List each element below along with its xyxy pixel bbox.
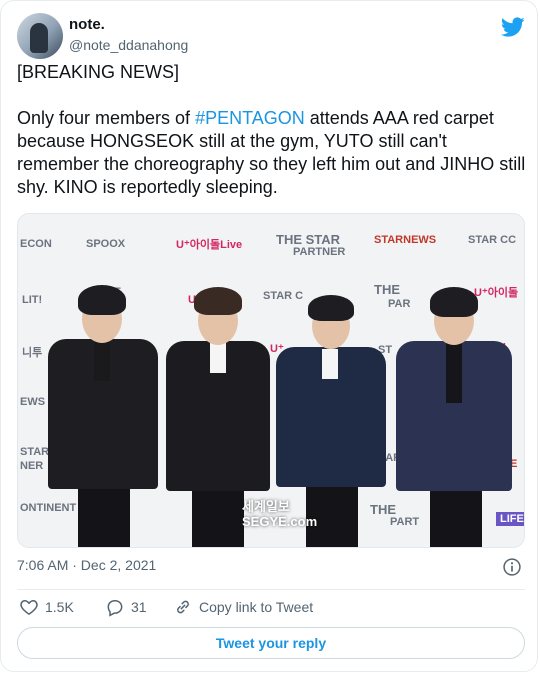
tweet-timestamp[interactable]: 7:06 AM · Dec 2, 2021 xyxy=(17,557,156,573)
hashtag-link[interactable]: #PENTAGON xyxy=(195,108,305,128)
backdrop-logo: 니투 xyxy=(22,347,43,359)
divider xyxy=(17,589,525,590)
tweet-card: note. @note_ddanahong [BREAKING NEWS] On… xyxy=(0,0,538,672)
person-1 xyxy=(48,259,158,547)
tweet-your-reply-button[interactable]: Tweet your reply xyxy=(17,627,525,659)
backdrop-logo: STAR CC xyxy=(468,234,517,246)
backdrop-logo: U⁺아이돌Live xyxy=(176,239,243,251)
backdrop-logo: STARNEWS xyxy=(374,234,437,246)
backdrop-logo: ECON xyxy=(20,238,52,250)
backdrop-logo: STAR xyxy=(20,446,50,458)
twitter-bird-icon[interactable] xyxy=(501,15,525,39)
tweet-headline: [BREAKING NEWS] xyxy=(17,62,180,82)
link-icon xyxy=(177,600,189,614)
info-icon[interactable] xyxy=(502,557,522,577)
backdrop-logo: THE STAR xyxy=(276,232,341,247)
backdrop-logo: LIT! xyxy=(22,294,43,306)
heart-icon xyxy=(20,599,38,615)
like-count: 1.5K xyxy=(45,599,74,615)
backdrop-logo: NER xyxy=(20,460,44,472)
reply-bubble-icon xyxy=(107,600,123,617)
backdrop-logo: PARTNER xyxy=(293,246,346,258)
copy-link-button[interactable]: Copy link to Tweet xyxy=(173,597,313,617)
tweet-body: Only four members of #PENTAGON attends A… xyxy=(17,108,526,197)
copy-link-label: Copy link to Tweet xyxy=(199,599,314,615)
person-4 xyxy=(396,255,512,547)
tweet-text: [BREAKING NEWS] Only four members of #PE… xyxy=(17,61,527,199)
backdrop-logo: SPOOX xyxy=(86,238,126,250)
backdrop-logo: EWS xyxy=(20,396,46,408)
reply-action-button[interactable]: 31 xyxy=(105,597,147,617)
tweet-header: note. @note_ddanahong xyxy=(17,13,525,59)
like-button[interactable]: 1.5K xyxy=(19,597,74,617)
reply-count: 31 xyxy=(131,599,147,615)
tweet-actions: 1.5K 31 Copy link to Tweet xyxy=(17,597,525,619)
display-name[interactable]: note. xyxy=(69,15,188,35)
avatar[interactable] xyxy=(17,13,63,59)
photo-watermark: 세계일보 SEGYE.com xyxy=(242,499,318,529)
tweet-photo[interactable]: ECON SPOOX U⁺아이돌Live THE STAR PARTNER STARNEW… xyxy=(17,213,525,548)
author-names: note. @note_ddanahong xyxy=(69,15,188,55)
user-handle[interactable]: @note_ddanahong xyxy=(69,35,188,55)
